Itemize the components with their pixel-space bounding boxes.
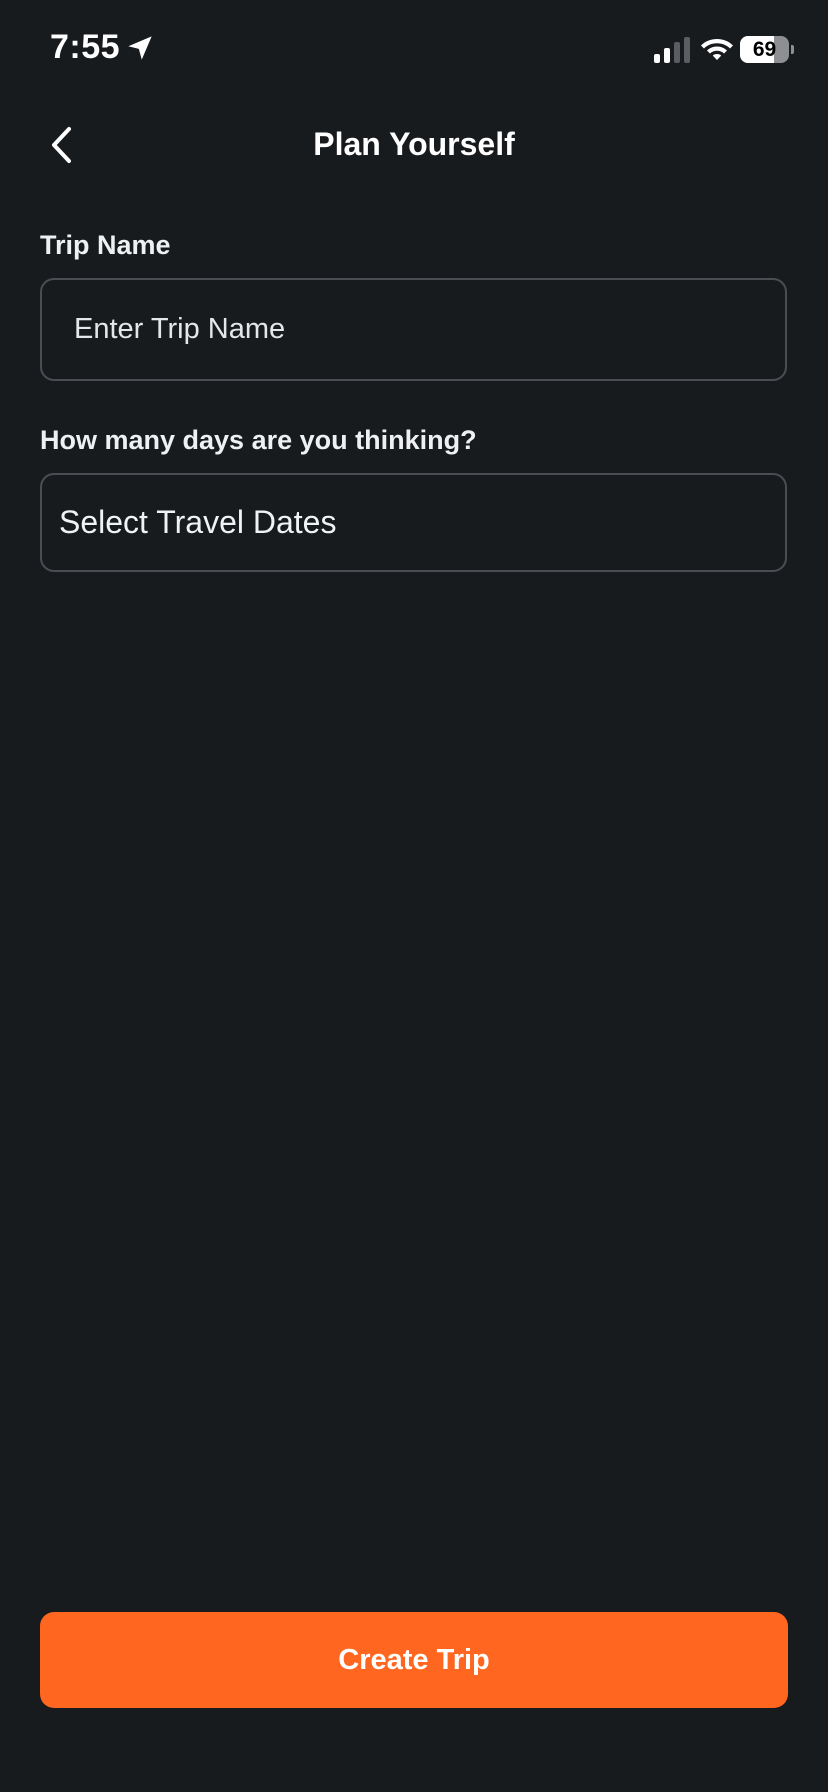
- status-time: 7:55: [50, 28, 121, 66]
- select-travel-dates-field[interactable]: Select Travel Dates: [40, 473, 787, 572]
- page-title: Plan Yourself: [313, 126, 515, 162]
- cellular-signal-icon: [654, 37, 690, 63]
- battery-icon: 69: [740, 36, 794, 63]
- trip-name-input[interactable]: [42, 280, 785, 379]
- trip-name-label: Trip Name: [40, 230, 171, 260]
- travel-days-label: How many days are you thinking?: [40, 425, 477, 455]
- battery-cap: [791, 45, 794, 54]
- battery-body: 69: [740, 36, 789, 63]
- location-arrow-icon: [128, 36, 152, 60]
- trip-name-field[interactable]: [40, 278, 787, 381]
- create-trip-button[interactable]: Create Trip: [40, 1612, 788, 1708]
- wifi-icon: [701, 39, 733, 60]
- status-bar: 7:55 69: [0, 0, 828, 100]
- plan-yourself-screen: 7:55 69 Plan Yourself Trip Name Enter Tr…: [0, 0, 828, 1792]
- battery-level: 69: [752, 38, 777, 61]
- select-travel-dates-text: Select Travel Dates: [59, 504, 337, 540]
